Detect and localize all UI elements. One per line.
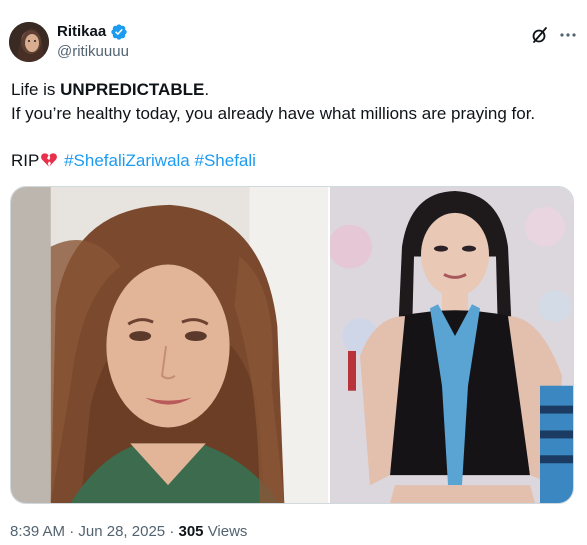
author-handle[interactable]: @ritikuuuu (57, 43, 129, 61)
tweet-line-2: If you’re healthy today, you already hav… (11, 104, 536, 123)
media-grid (10, 186, 574, 504)
tweet-date[interactable]: Jun 28, 2025 (78, 523, 165, 540)
avatar[interactable] (9, 22, 49, 62)
photo-portrait-selfie[interactable] (11, 187, 330, 503)
views-count: 305 (178, 523, 204, 540)
tweet-text: Life is UNPREDICTABLE. If you’re healthy… (11, 78, 576, 173)
tweet-line-1: Life is UNPREDICTABLE. (11, 78, 576, 102)
grok-icon[interactable] (530, 25, 550, 45)
hashtag-link[interactable]: #ShefaliZariwala (64, 151, 190, 170)
display-name[interactable]: Ritikaa (57, 23, 106, 41)
tweet-text-segment: . (204, 80, 210, 99)
meta-separator: · (169, 523, 175, 540)
meta-separator: · (69, 523, 75, 540)
tweet-meta: 8:39 AM · Jun 28, 2025 · 305 Views (10, 523, 247, 541)
hashtag-link[interactable]: #Shefali (195, 151, 256, 170)
more-icon[interactable] (558, 25, 578, 45)
tweet-text-bold: UNPREDICTABLE (60, 80, 205, 99)
broken-heart-icon (40, 151, 58, 169)
verified-badge-icon (110, 23, 128, 41)
photo-portrait-styled[interactable] (330, 187, 573, 503)
tweet[interactable]: Ritikaa @ritikuuuu Life is UNPREDICTABLE… (0, 0, 587, 545)
author-name-row: Ritikaa (57, 23, 128, 41)
rip-text: RIP (11, 151, 40, 170)
tweet-time[interactable]: 8:39 AM (10, 523, 65, 540)
views-label: Views (207, 523, 248, 540)
tweet-text-segment: Life is (11, 80, 61, 99)
tweet-line-3: RIP #ShefaliZariwala #Shefali (11, 149, 576, 173)
